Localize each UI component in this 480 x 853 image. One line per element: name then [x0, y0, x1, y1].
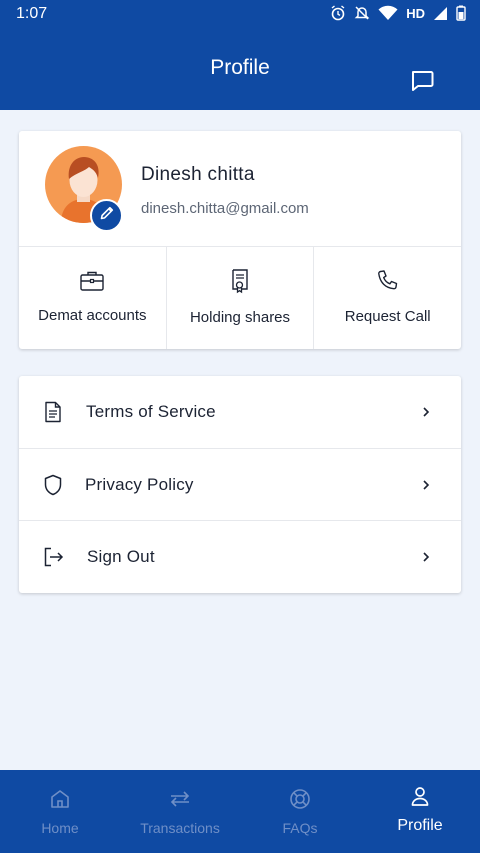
chat-icon[interactable] [408, 66, 436, 94]
settings-menu: Terms of Service Privacy Policy Sign Out [19, 376, 461, 593]
request-call-button[interactable]: Request Call [314, 247, 461, 349]
transfer-icon [168, 787, 192, 811]
nav-item-profile[interactable]: Profile [360, 770, 480, 853]
user-icon [408, 784, 432, 808]
battery-icon [456, 5, 466, 21]
demat-accounts-button[interactable]: Demat accounts [19, 247, 167, 349]
nav-label: Home [41, 820, 79, 836]
bottom-navigation: Home Transactions FAQs Profile [0, 770, 480, 853]
menu-item-label: Privacy Policy [85, 475, 194, 494]
nav-item-faqs[interactable]: FAQs [240, 770, 360, 853]
home-icon [48, 787, 72, 811]
chevron-right-icon [419, 478, 433, 492]
chevron-right-icon [419, 550, 433, 564]
lifebuoy-icon [288, 787, 312, 811]
quick-actions: Demat accounts Holding shares Request Ca… [19, 246, 461, 349]
profile-card: Dinesh chitta dinesh.chitta@gmail.com De… [19, 131, 461, 349]
network-type-label: HD [406, 5, 425, 21]
document-icon [41, 400, 65, 424]
nav-item-transactions[interactable]: Transactions [120, 770, 240, 853]
certificate-icon [226, 267, 254, 295]
signal-icon [433, 6, 448, 21]
status-icons: HD [330, 5, 466, 21]
nav-label: Profile [397, 817, 443, 834]
app-header: Profile [0, 28, 480, 110]
action-label: Holding shares [189, 309, 291, 326]
holding-shares-button[interactable]: Holding shares [167, 247, 315, 349]
status-bar: 1:07 HD [0, 0, 480, 28]
notifications-off-icon [354, 5, 370, 21]
logout-icon [41, 545, 65, 569]
action-label: Request Call [344, 308, 431, 325]
shield-icon [41, 473, 65, 497]
action-label: Demat accounts [38, 307, 147, 324]
status-time: 1:07 [16, 5, 48, 22]
chevron-right-icon [419, 405, 433, 419]
menu-item-sign-out[interactable]: Sign Out [19, 520, 461, 592]
nav-label: FAQs [282, 820, 318, 836]
wifi-icon [378, 5, 398, 21]
edit-avatar-button[interactable] [90, 199, 123, 232]
nav-item-home[interactable]: Home [0, 770, 120, 853]
menu-item-label: Terms of Service [86, 402, 216, 421]
pencil-icon [99, 205, 115, 226]
nav-label: Transactions [140, 820, 220, 836]
alarm-icon [330, 5, 346, 21]
menu-item-privacy-policy[interactable]: Privacy Policy [19, 448, 461, 520]
phone-icon [374, 267, 402, 295]
briefcase-icon [78, 267, 106, 295]
user-email: dinesh.chitta@gmail.com [141, 200, 309, 217]
menu-item-terms-of-service[interactable]: Terms of Service [19, 376, 461, 448]
user-name: Dinesh chitta [141, 164, 255, 185]
menu-item-label: Sign Out [87, 547, 155, 566]
